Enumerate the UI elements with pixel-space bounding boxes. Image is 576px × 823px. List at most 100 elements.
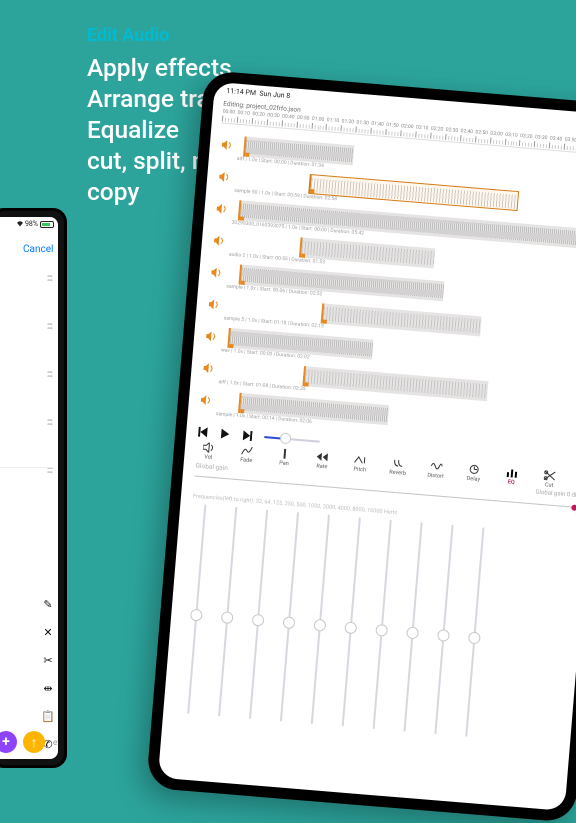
status-bar-left: 98% bbox=[17, 220, 54, 228]
volume-icon bbox=[203, 441, 216, 454]
phone-frame-left: 98% Cancel •••••• •••••• •••••• •••••• •… bbox=[0, 208, 67, 768]
ruler-label: 01:20 bbox=[341, 118, 354, 125]
cut-icon[interactable]: ✂ bbox=[41, 653, 55, 667]
ruler-label: 03:10 bbox=[505, 132, 518, 139]
pan-icon bbox=[278, 447, 291, 460]
status-date: Sun Jun 8 bbox=[259, 89, 290, 100]
add-button[interactable]: + bbox=[0, 731, 17, 753]
eq-band-slider[interactable] bbox=[305, 514, 336, 724]
fx-label: Delay bbox=[466, 476, 480, 483]
speaker-icon[interactable] bbox=[208, 299, 219, 310]
split-h-icon[interactable]: ⇹ bbox=[41, 681, 55, 695]
distort-icon bbox=[430, 460, 443, 473]
delay-icon bbox=[468, 463, 481, 476]
skip-fwd-button[interactable] bbox=[242, 430, 253, 441]
eq-band-slider[interactable] bbox=[367, 519, 398, 729]
phone-screen-left: 98% Cancel •••••• •••••• •••••• •••••• •… bbox=[0, 217, 58, 759]
ruler-label: 00:40 bbox=[282, 113, 295, 120]
cut-icon bbox=[543, 469, 556, 482]
fx-label: Fade bbox=[240, 457, 252, 464]
eq-band-slider[interactable] bbox=[181, 504, 212, 714]
close-icon[interactable]: ✕ bbox=[41, 625, 55, 639]
fx-label: Distort bbox=[427, 473, 444, 480]
battery-percent: 98% bbox=[25, 220, 38, 228]
ruler-label: 02:50 bbox=[475, 129, 488, 136]
settings-label[interactable]: ettings bbox=[53, 738, 58, 747]
speaker-icon[interactable] bbox=[201, 395, 212, 406]
eq-band-slider[interactable] bbox=[459, 527, 490, 737]
up-button[interactable]: ↑ bbox=[23, 731, 45, 753]
fx-distort[interactable]: Distort bbox=[423, 459, 448, 480]
fx-pan[interactable]: Pan bbox=[272, 447, 297, 468]
speaker-icon[interactable] bbox=[219, 172, 230, 183]
fx-pitch[interactable]: Pitch bbox=[348, 453, 373, 474]
fx-label: Pitch bbox=[353, 467, 366, 474]
speaker-icon[interactable] bbox=[206, 331, 217, 342]
eq-band-slider[interactable] bbox=[428, 524, 459, 734]
ruler-label: 02:10 bbox=[416, 124, 429, 131]
status-time: 11:14 PM bbox=[226, 86, 256, 96]
speaker-icon[interactable] bbox=[214, 235, 225, 246]
fade-icon bbox=[240, 444, 253, 457]
fx-label: Rate bbox=[316, 463, 328, 470]
pitch-icon bbox=[354, 454, 367, 467]
ruler-label: 03:50 bbox=[564, 137, 576, 144]
eq-slider-group bbox=[163, 502, 576, 745]
ruler-label: 00:00 bbox=[222, 109, 235, 116]
tool-cut[interactable]: Cut bbox=[537, 469, 562, 490]
ruler-label: 03:20 bbox=[520, 133, 533, 140]
ruler-label: 00:50 bbox=[297, 115, 310, 122]
ruler-label: 00:20 bbox=[252, 111, 265, 118]
fx-label: EQ bbox=[508, 479, 515, 486]
ruler-label: 01:40 bbox=[371, 121, 384, 128]
skip-back-button[interactable] bbox=[198, 427, 209, 438]
drag-handle-icon[interactable]: •••••• bbox=[47, 419, 52, 427]
ruler-label: 00:30 bbox=[267, 112, 280, 119]
divider bbox=[0, 467, 54, 468]
cancel-button[interactable]: Cancel bbox=[23, 244, 53, 255]
track-meta: sample 5 | 1.0x | Start: 01:18 | Duratio… bbox=[223, 315, 323, 329]
eq-band-slider[interactable] bbox=[212, 506, 243, 716]
rate-icon bbox=[316, 450, 329, 463]
vol-control[interactable]: Vol bbox=[196, 441, 221, 462]
reverb-icon bbox=[392, 457, 405, 470]
eq-band-slider[interactable] bbox=[397, 522, 428, 732]
fx-eq[interactable]: EQ bbox=[499, 466, 524, 487]
paste-icon[interactable]: 📋 bbox=[41, 709, 55, 723]
ruler-label: 02:20 bbox=[431, 126, 444, 133]
battery-icon bbox=[40, 221, 54, 228]
eq-icon bbox=[506, 466, 519, 479]
speaker-icon[interactable] bbox=[211, 267, 222, 278]
speaker-icon[interactable] bbox=[216, 203, 227, 214]
fx-reverb[interactable]: Reverb bbox=[385, 456, 410, 477]
drag-handle-icon[interactable]: •••••• bbox=[47, 371, 52, 379]
edit-icon[interactable]: ✎ bbox=[41, 597, 55, 611]
ruler-label: 01:30 bbox=[356, 120, 369, 127]
tool-label: Cut bbox=[545, 482, 554, 489]
fx-label: Pan bbox=[279, 460, 289, 467]
speaker-icon[interactable] bbox=[222, 140, 233, 151]
wifi-icon bbox=[17, 221, 23, 227]
ruler-label: 00:10 bbox=[237, 110, 250, 117]
promo-subtitle: Edit Audio bbox=[87, 25, 169, 46]
drag-handle-icon[interactable]: •••••• bbox=[47, 323, 52, 331]
fx-label: Reverb bbox=[389, 469, 406, 476]
eq-band-slider[interactable] bbox=[243, 509, 274, 719]
speaker-icon[interactable] bbox=[203, 363, 214, 374]
ruler-label: 03:00 bbox=[490, 131, 503, 138]
ruler-label: 01:10 bbox=[327, 117, 340, 124]
play-button[interactable] bbox=[220, 428, 231, 439]
fx-fade[interactable]: Fade bbox=[234, 444, 259, 465]
eq-band-slider[interactable] bbox=[274, 512, 305, 722]
ruler-label: 03:30 bbox=[535, 134, 548, 141]
fx-delay[interactable]: Delay bbox=[461, 462, 486, 483]
eq-band-slider[interactable] bbox=[336, 517, 367, 727]
ruler-label: 02:40 bbox=[460, 128, 473, 135]
ruler-label: 02:00 bbox=[401, 123, 414, 130]
fx-rate[interactable]: Rate bbox=[310, 450, 335, 471]
drag-handle-icon[interactable]: •••••• bbox=[47, 275, 52, 283]
tablet-frame: 11:14 PM Sun Jun 8 Editing: project_02fr… bbox=[146, 70, 576, 823]
ruler-label: 03:40 bbox=[550, 135, 563, 142]
drag-handle-icon[interactable]: •••••• bbox=[47, 467, 52, 475]
ruler-label: 02:30 bbox=[445, 127, 458, 134]
